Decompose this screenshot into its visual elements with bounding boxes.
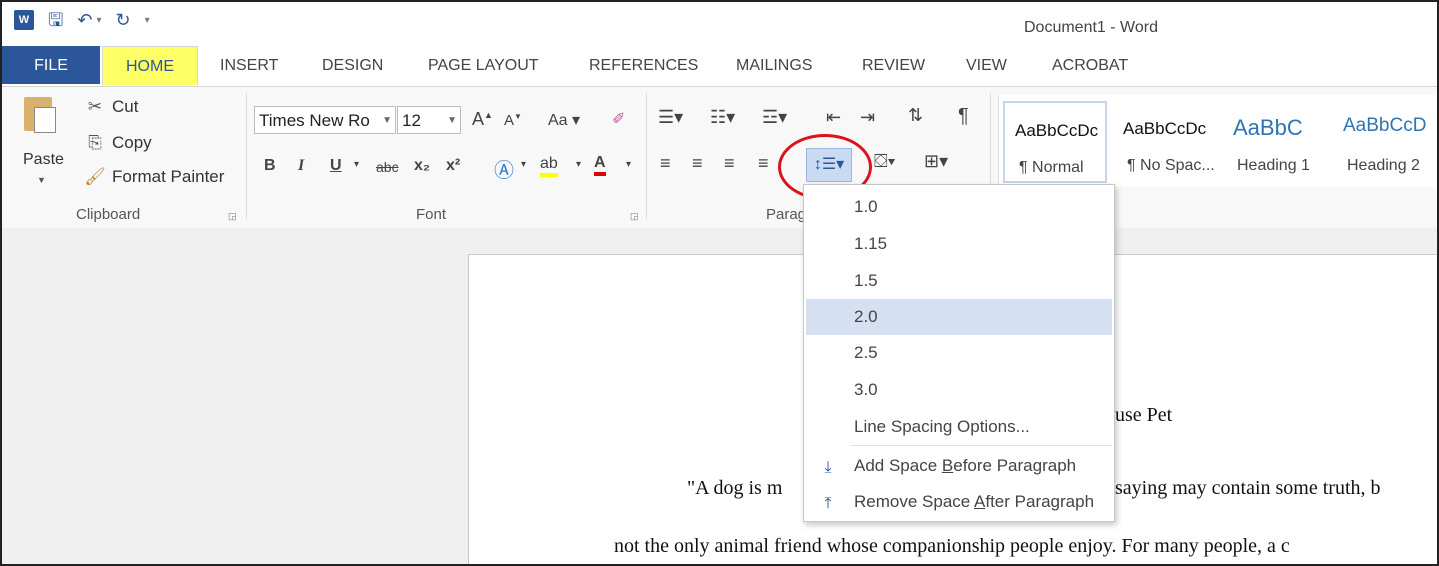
style-no-spacing[interactable]: AaBbCcDc ¶ No Spac... — [1113, 101, 1217, 183]
line-spacing-options-item[interactable]: Line Spacing Options... — [806, 409, 1112, 445]
clipboard-launcher-icon[interactable]: ◲ — [228, 211, 237, 222]
chevron-down-icon[interactable]: ▾ — [576, 159, 581, 170]
scissors-icon: ✂ — [87, 97, 103, 116]
strikethrough-button[interactable]: abc — [376, 159, 399, 175]
sort-icon[interactable]: ⇅ — [908, 105, 923, 126]
bold-button[interactable]: B — [264, 157, 276, 175]
clipboard-group-label: Clipboard — [76, 206, 141, 223]
format-painter-button[interactable]: 🖌 Format Painter — [84, 167, 224, 187]
add-space-before-item[interactable]: ⤓ Add Space Before Paragraph — [806, 448, 1112, 484]
tab-mailings[interactable]: MAILINGS — [736, 46, 812, 84]
line-spacing-option[interactable]: 2.5 — [806, 335, 1112, 371]
styles-gallery: AaBbCcDc ¶ Normal AaBbCcDc ¶ No Spac... … — [998, 95, 1437, 187]
copy-icon: ⎘ — [88, 133, 102, 152]
remove-space-after-icon: ⤒ — [824, 495, 832, 512]
multilevel-list-icon[interactable]: ☲▾ — [762, 107, 787, 128]
font-size-input[interactable]: 12 ▼ — [397, 106, 461, 134]
undo-dropdown-icon[interactable]: ▾ — [96, 15, 101, 26]
divider — [646, 93, 647, 219]
chevron-down-icon[interactable]: ▼ — [447, 107, 457, 135]
clear-formatting-icon[interactable]: ✐ — [612, 109, 625, 129]
paste-button[interactable]: Paste — [23, 151, 64, 169]
line-spacing-option[interactable]: 1.5 — [806, 263, 1112, 299]
undo-icon[interactable]: ↶ — [77, 10, 92, 30]
line-spacing-option-selected[interactable]: 2.0 — [806, 299, 1112, 335]
document-line-1-end: saying may contain some truth, b — [1115, 477, 1381, 499]
word-window: W 🖫 ↶ ▾ ↻ ▾ Document1 - Word FILE HOME I… — [0, 0, 1439, 566]
style-normal[interactable]: AaBbCcDc ¶ Normal — [1003, 101, 1107, 183]
tab-acrobat[interactable]: ACROBAT — [1052, 46, 1128, 84]
tab-file[interactable]: FILE — [2, 46, 100, 84]
grow-font-icon[interactable]: A▲ — [472, 109, 493, 130]
document-line-2: not the only animal friend whose compani… — [614, 535, 1290, 557]
divider — [246, 93, 247, 219]
align-left-icon[interactable]: ≡ — [660, 153, 671, 174]
document-line-1-start: "A dog is m — [687, 477, 783, 499]
tab-review[interactable]: REVIEW — [862, 46, 925, 84]
window-title: Document1 - Word — [1024, 19, 1158, 36]
paste-dropdown-icon[interactable]: ▼ — [37, 175, 46, 185]
italic-button[interactable]: I — [298, 157, 304, 175]
quick-access-toolbar: W 🖫 ↶ ▾ ↻ ▾ — [14, 10, 150, 30]
font-color-icon[interactable]: A — [594, 154, 606, 176]
align-right-icon[interactable]: ≡ — [724, 153, 735, 174]
paragraph-group-label: Parag — [766, 206, 807, 223]
remove-space-after-item[interactable]: ⤒ Remove Space After Paragraph — [806, 484, 1112, 520]
chevron-down-icon[interactable]: ▾ — [626, 159, 631, 170]
document-workspace: use Pet "A dog is m saying may contain s… — [2, 228, 1437, 564]
tab-insert[interactable]: INSERT — [220, 46, 278, 84]
text-effects-icon[interactable]: Ⓐ — [494, 154, 514, 183]
show-hide-icon[interactable]: ¶ — [958, 105, 969, 128]
superscript-button[interactable]: x² — [446, 157, 460, 175]
line-spacing-option[interactable]: 3.0 — [806, 372, 1112, 408]
font-name-input[interactable]: Times New Ro ▼ — [254, 106, 396, 134]
justify-icon[interactable]: ≡ — [758, 153, 769, 174]
line-spacing-option[interactable]: 1.15 — [806, 226, 1112, 262]
tab-page-layout[interactable]: PAGE LAYOUT — [428, 46, 539, 84]
style-heading-2[interactable]: AaBbCcD Heading 2 — [1333, 101, 1437, 183]
subscript-button[interactable]: x₂ — [414, 157, 430, 175]
document-title-fragment: use Pet — [1115, 404, 1173, 426]
chevron-down-icon[interactable]: ▼ — [382, 107, 392, 135]
line-spacing-option[interactable]: 1.0 — [806, 189, 1112, 225]
numbering-icon[interactable]: ☷▾ — [710, 107, 735, 128]
paintbrush-icon: 🖌 — [84, 167, 106, 186]
tab-home[interactable]: HOME — [102, 46, 198, 85]
change-case-button[interactable]: Aa ▾ — [548, 110, 580, 130]
ribbon: Paste ▼ ✂ Cut ⎘ Copy 🖌 Format Painter Cl… — [2, 86, 1437, 229]
shading-icon[interactable]: ⛋▾ — [874, 151, 895, 172]
paste-icon[interactable] — [24, 97, 56, 133]
add-space-before-icon: ⤓ — [824, 459, 832, 476]
chevron-down-icon[interactable]: ▾ — [521, 159, 526, 170]
style-heading-1[interactable]: AaBbC Heading 1 — [1223, 101, 1327, 183]
tab-view[interactable]: VIEW — [966, 46, 1007, 84]
highlight-color-icon[interactable]: ab — [540, 155, 558, 177]
redo-icon[interactable]: ↻ — [115, 10, 130, 30]
underline-button[interactable]: U — [330, 157, 342, 175]
font-launcher-icon[interactable]: ◲ — [630, 211, 639, 222]
increase-indent-icon[interactable]: ⇥ — [860, 107, 875, 128]
ribbon-tabs: FILE HOME INSERT DESIGN PAGE LAYOUT REFE… — [2, 46, 1437, 86]
bullets-icon[interactable]: ☰▾ — [658, 107, 683, 128]
decrease-indent-icon[interactable]: ⇤ — [826, 107, 841, 128]
underline-dropdown-icon[interactable]: ▾ — [354, 159, 359, 170]
line-spacing-menu: 1.0 1.15 1.5 2.0 2.5 3.0 Line Spacing Op… — [803, 184, 1115, 522]
cut-button[interactable]: ✂ Cut — [84, 97, 139, 117]
tab-references[interactable]: REFERENCES — [589, 46, 698, 84]
title-bar: W 🖫 ↶ ▾ ↻ ▾ Document1 - Word — [2, 2, 1437, 46]
menu-divider — [850, 445, 1112, 446]
tab-design[interactable]: DESIGN — [322, 46, 383, 84]
copy-button[interactable]: ⎘ Copy — [84, 133, 152, 153]
customize-qat-icon[interactable]: ▾ — [145, 15, 150, 26]
align-center-icon[interactable]: ≡ — [692, 153, 703, 174]
font-group-label: Font — [416, 206, 447, 223]
shrink-font-icon[interactable]: A▼ — [504, 112, 522, 129]
save-icon[interactable]: 🖫 — [48, 10, 63, 30]
borders-icon[interactable]: ⊞▾ — [924, 151, 948, 172]
word-logo-icon: W — [14, 10, 34, 30]
